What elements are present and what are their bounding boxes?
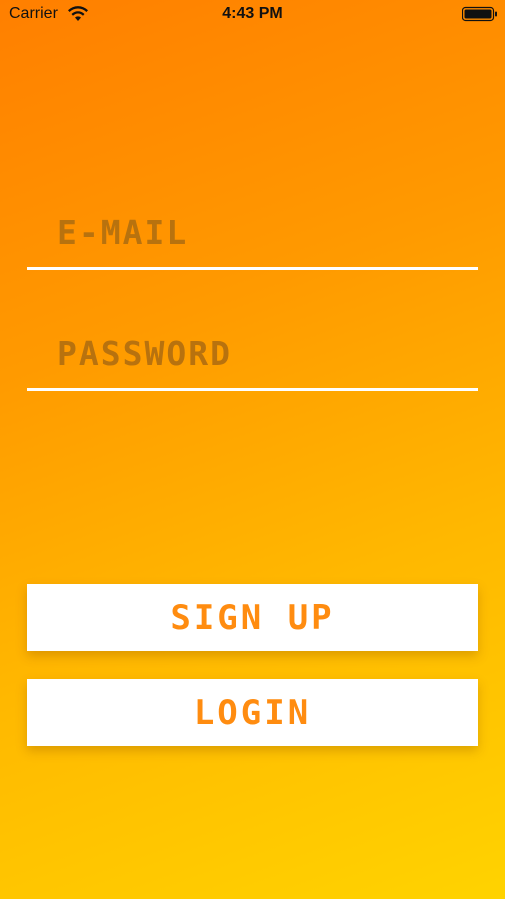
clock: 4:43 PM	[222, 5, 283, 22]
password-underline	[27, 388, 478, 391]
login-label: LOGIN	[193, 692, 312, 733]
password-field[interactable]: PASSWORD	[27, 327, 478, 391]
sign-up-label: SIGN UP	[170, 597, 335, 638]
login-button[interactable]: LOGIN	[27, 679, 478, 746]
email-placeholder: E-MAIL	[57, 213, 189, 252]
status-bar: Carrier 4:43 PM	[0, 0, 505, 28]
email-field[interactable]: E-MAIL	[27, 206, 478, 270]
password-placeholder: PASSWORD	[57, 334, 232, 373]
email-underline	[27, 267, 478, 270]
battery-icon	[462, 6, 497, 22]
sign-up-button[interactable]: SIGN UP	[27, 584, 478, 651]
